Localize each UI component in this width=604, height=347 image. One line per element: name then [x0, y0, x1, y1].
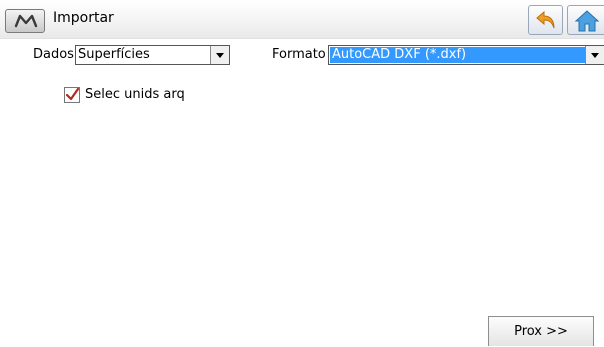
checkmark-icon [66, 88, 79, 101]
dados-label: Dados [33, 47, 74, 62]
home-icon [574, 10, 600, 32]
formato-dropdown-button[interactable] [585, 46, 604, 64]
formato-label: Formato [272, 47, 326, 62]
dados-select[interactable]: Superfícies [75, 45, 230, 65]
title-bar: Importar [0, 0, 604, 39]
formato-select[interactable]: AutoCAD DXF (*.dxf) [328, 45, 604, 65]
next-button[interactable]: Prox >> [488, 316, 594, 346]
dados-select-value: Superfícies [78, 47, 150, 62]
selec-unids-label: Selec unids arq [85, 87, 185, 102]
page-title: Importar [53, 10, 114, 26]
formato-select-value: AutoCAD DXF (*.dxf) [330, 47, 585, 63]
chevron-down-icon [591, 53, 599, 58]
back-arrow-icon [536, 10, 555, 29]
selec-unids-checkbox[interactable] [64, 87, 80, 103]
menu-button[interactable] [5, 9, 45, 33]
dados-dropdown-button[interactable] [210, 46, 229, 64]
chevron-down-icon [216, 53, 224, 58]
home-button[interactable] [567, 5, 604, 35]
back-button[interactable] [528, 5, 563, 35]
m-logo-icon [14, 14, 38, 28]
